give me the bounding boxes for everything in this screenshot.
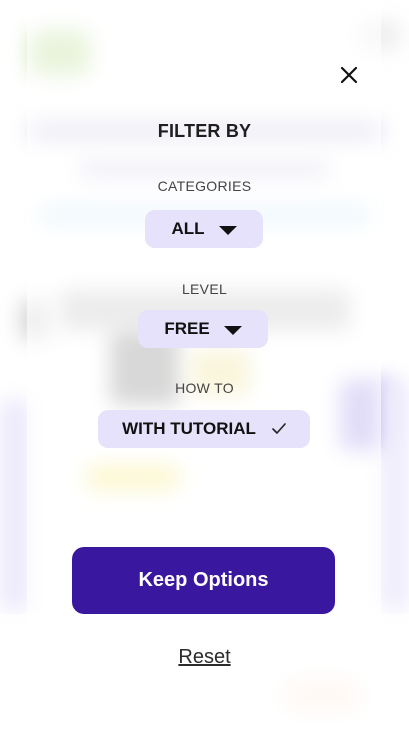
level-label: LEVEL [181, 281, 228, 297]
caret-down-icon [223, 325, 242, 335]
categories-value: ALL [171, 219, 205, 238]
level-value: FREE [164, 319, 210, 338]
close-icon [339, 65, 359, 90]
bg-left-panel [0, 400, 30, 610]
how-to-label: HOW TO [175, 380, 234, 396]
reset-link[interactable]: Reset [0, 646, 409, 669]
keep-options-button[interactable]: Keep Options [72, 547, 335, 614]
close-button[interactable] [336, 64, 362, 90]
caret-down-icon [218, 225, 237, 235]
level-dropdown[interactable]: FREE [138, 310, 268, 348]
categories-label: CATEGORIES [157, 178, 252, 194]
modal-title: FILTER BY [157, 121, 252, 141]
bottom-overlay [0, 614, 409, 739]
categories-dropdown[interactable]: ALL [145, 210, 263, 248]
how-to-value: WITH TUTORIAL [122, 419, 256, 438]
checkmark-icon [272, 423, 286, 435]
bg-right-panel [380, 380, 409, 610]
how-to-toggle[interactable]: WITH TUTORIAL [98, 410, 310, 448]
